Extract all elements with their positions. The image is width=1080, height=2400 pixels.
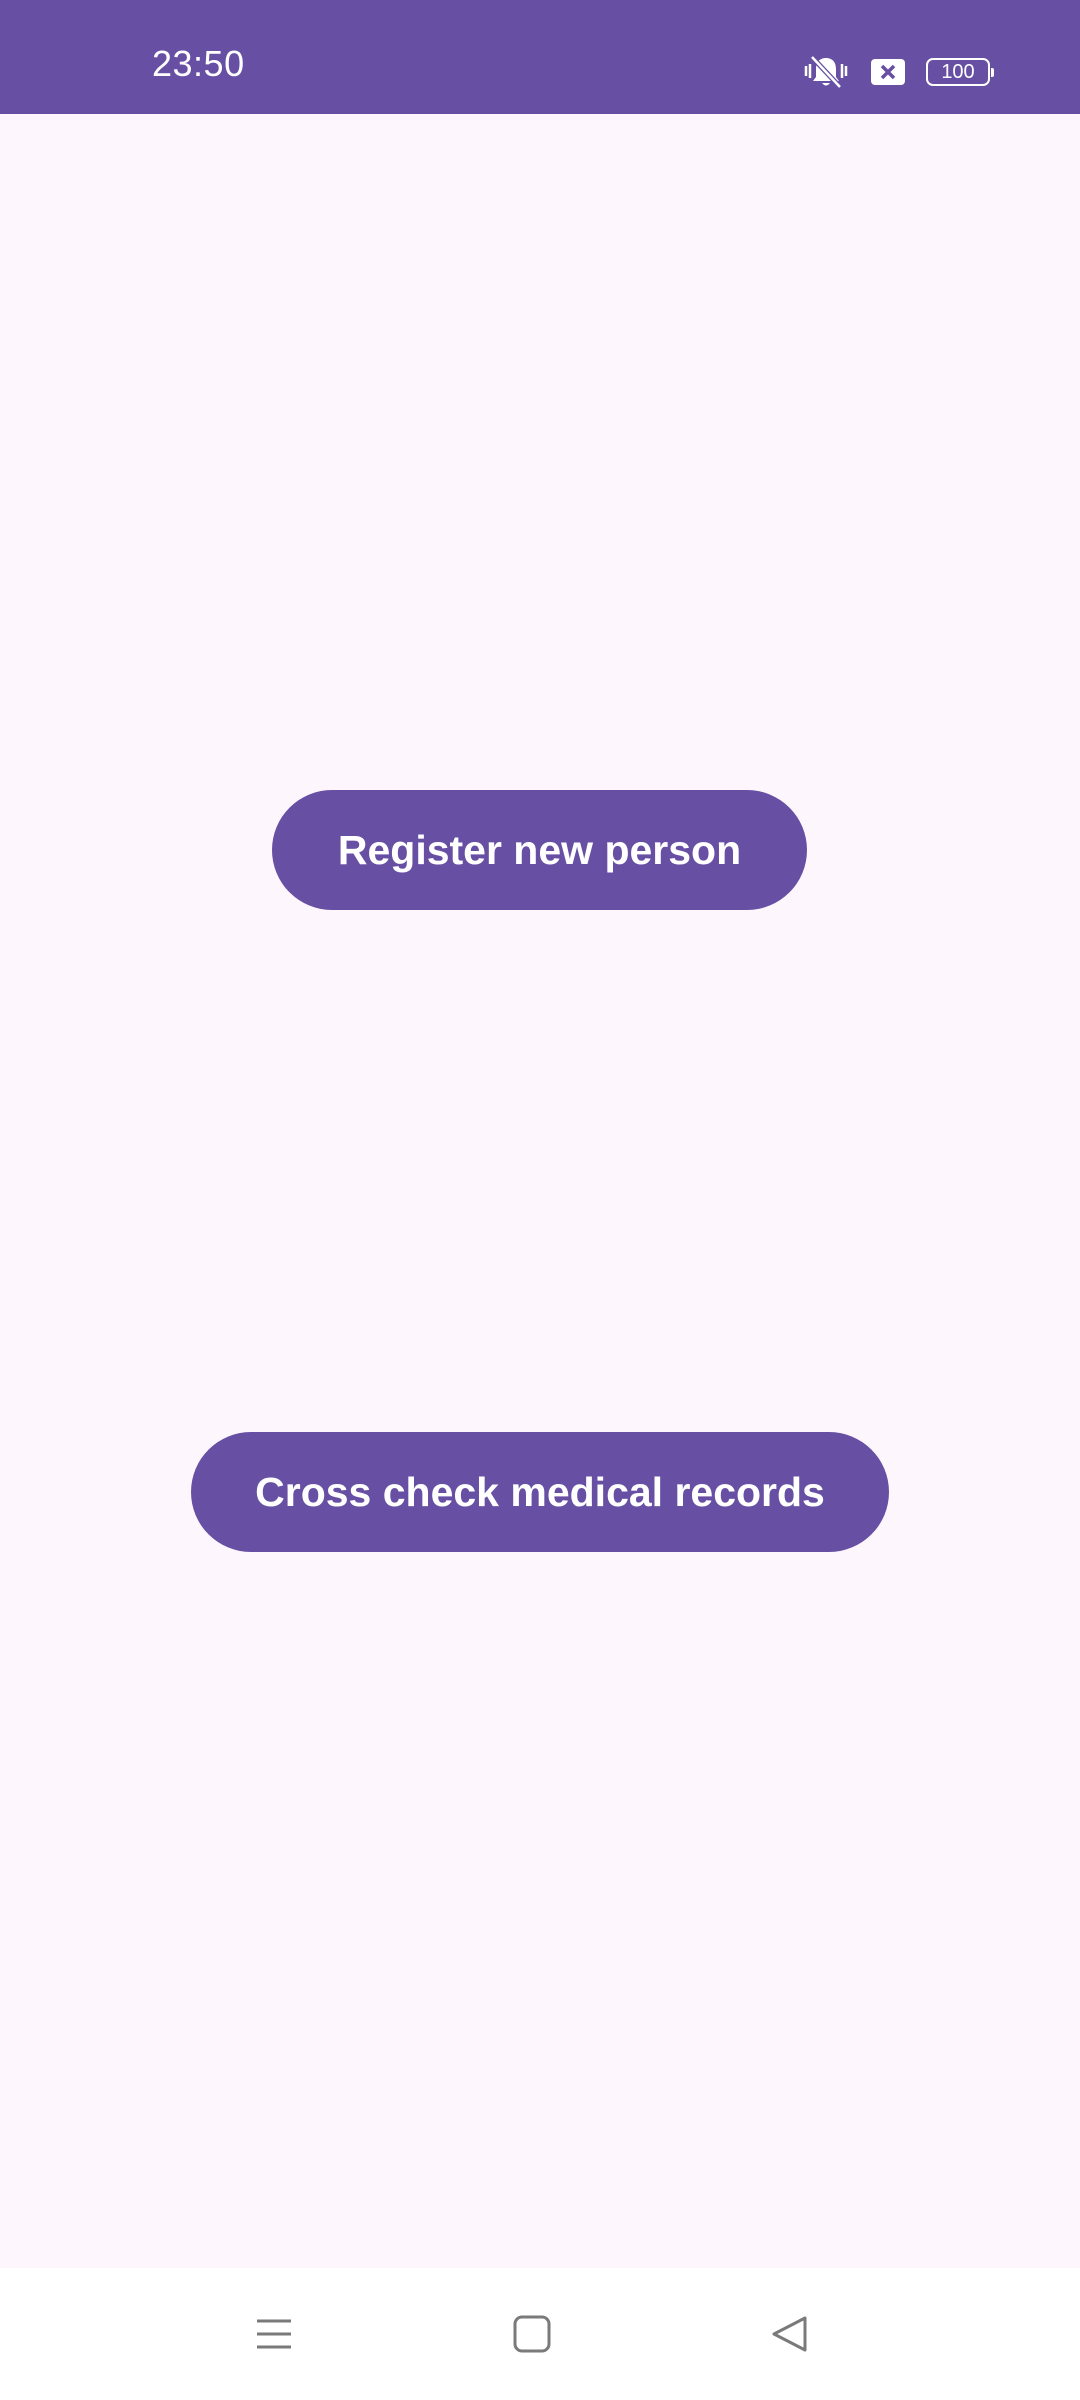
- battery-level: 100: [941, 61, 975, 83]
- vibrate-mute-icon: [802, 52, 850, 92]
- cross-check-medical-records-button[interactable]: Cross check medical records: [191, 1432, 889, 1552]
- register-new-person-button[interactable]: Register new person: [272, 790, 807, 910]
- main-content: [0, 114, 1080, 2268]
- back-icon[interactable]: [750, 2298, 830, 2370]
- navigation-bar: [0, 2268, 1080, 2400]
- status-bar: 23:50 100: [0, 0, 1080, 114]
- notification-x-icon: [870, 57, 906, 87]
- home-icon[interactable]: [492, 2298, 572, 2370]
- status-time: 23:50: [152, 43, 245, 84]
- status-icons: 100: [802, 52, 994, 92]
- menu-icon[interactable]: [234, 2298, 314, 2370]
- battery-icon: 100: [926, 58, 994, 86]
